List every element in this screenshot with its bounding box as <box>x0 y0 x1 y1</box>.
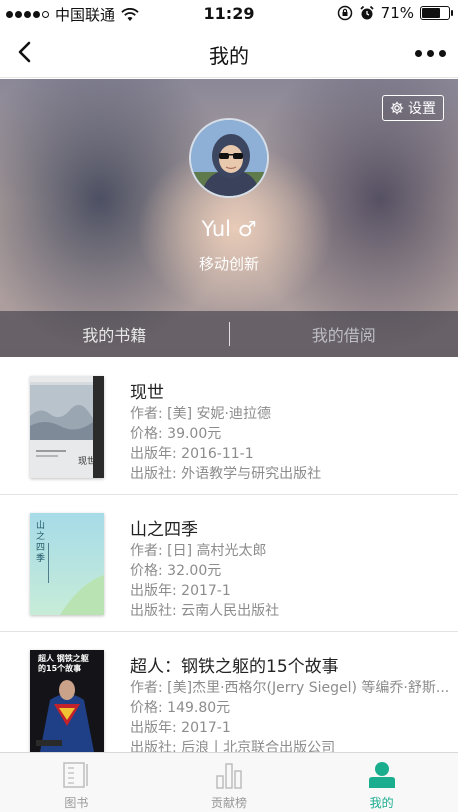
tab-mine-label: 我的 <box>369 796 394 810</box>
rotation-lock-icon <box>337 5 352 21</box>
book-cover: 超人 钢铁之躯的15个故事 <box>30 650 104 752</box>
tab-books[interactable]: 图书 <box>0 753 153 812</box>
cover-title: 山之四季 <box>36 521 46 564</box>
cover-title: 现世 <box>78 457 97 467</box>
profile-tabs: 我的书籍 我的借阅 <box>0 311 458 357</box>
book-publisher: 出版社: 云南人民出版社 <box>130 603 280 619</box>
tab-contribution-label: 贡献榜 <box>211 796 248 810</box>
page-title: 我的 <box>209 44 249 68</box>
book-item[interactable]: 山之四季 山之四季 作者: [日] 高村光太郎 价格: 32.00元 出版年: … <box>0 495 458 632</box>
tab-contribution[interactable]: 贡献榜 <box>153 753 306 812</box>
book-list: 现世 现世 作者: [美] 安妮·迪拉德 价格: 39.00元 出版年: 201… <box>0 358 458 769</box>
organization-label: 移动创新 <box>198 255 259 273</box>
battery-percent: 71% <box>380 4 414 22</box>
book-publish-date: 出版年: 2016-11-1 <box>130 446 254 462</box>
book-cover: 现世 <box>30 376 104 478</box>
book-title: 山之四季 <box>130 520 198 540</box>
status-right: 71% <box>337 4 453 22</box>
book-title: 现世 <box>130 383 164 403</box>
book-cover: 山之四季 <box>30 513 104 615</box>
battery-fill <box>422 8 441 18</box>
more-dots-icon[interactable] <box>415 50 446 57</box>
profile-header: 设置 Yul ♂ 移动创新 我的书籍 我的借阅 <box>0 79 458 357</box>
user-icon <box>368 762 395 788</box>
book-item[interactable]: 现世 现世 作者: [美] 安妮·迪拉德 价格: 39.00元 出版年: 201… <box>0 358 458 495</box>
book-title: 超人：钢铁之躯的15个故事 <box>130 657 339 677</box>
gear-icon <box>390 101 404 115</box>
book-info: 山之四季 作者: [日] 高村光太郎 价格: 32.00元 出版年: 2017-… <box>130 515 450 620</box>
tab-my-books[interactable]: 我的书籍 <box>0 322 229 346</box>
book-publish-date: 出版年: 2017-1 <box>130 583 231 599</box>
book-publish-date: 出版年: 2017-1 <box>130 720 231 736</box>
bar-chart-icon <box>216 763 242 789</box>
status-bar: 中国联通 11:29 71% <box>0 0 458 28</box>
book-author: 作者: [美] 安妮·迪拉德 <box>130 406 271 422</box>
alarm-icon <box>360 5 374 20</box>
book-price: 价格: 32.00元 <box>130 563 222 579</box>
book-publisher: 出版社: 外语教学与研究出版社 <box>130 466 322 482</box>
cover-title: 超人 钢铁之躯的15个故事 <box>38 654 89 673</box>
battery-icon <box>420 6 453 20</box>
avatar-photo <box>191 120 267 196</box>
username: Yul ♂ <box>201 217 257 241</box>
book-icon <box>63 762 89 788</box>
tab-my-borrowing[interactable]: 我的借阅 <box>230 322 458 346</box>
book-info: 超人：钢铁之躯的15个故事 作者: [美]杰里·西格尔(Jerry Siegel… <box>130 652 450 757</box>
avatar[interactable] <box>189 118 269 198</box>
book-author: 作者: [日] 高村光太郎 <box>130 543 267 559</box>
nav-bar: 我的 <box>0 28 458 78</box>
settings-label: 设置 <box>408 101 436 117</box>
book-author: 作者: [美]杰里·西格尔(Jerry Siegel) 等编乔·舒斯... <box>130 680 450 696</box>
bottom-tab-bar: 图书 贡献榜 我的 <box>0 752 458 812</box>
book-price: 价格: 39.00元 <box>130 426 222 442</box>
settings-button[interactable]: 设置 <box>382 95 444 121</box>
book-item[interactable]: 超人 钢铁之躯的15个故事 超人：钢铁之躯的15个故事 作者: [美]杰里·西格… <box>0 632 458 769</box>
tab-books-label: 图书 <box>64 796 89 810</box>
tab-mine[interactable]: 我的 <box>305 753 458 812</box>
book-price: 价格: 149.80元 <box>130 700 231 716</box>
book-info: 现世 作者: [美] 安妮·迪拉德 价格: 39.00元 出版年: 2016-1… <box>130 378 450 483</box>
